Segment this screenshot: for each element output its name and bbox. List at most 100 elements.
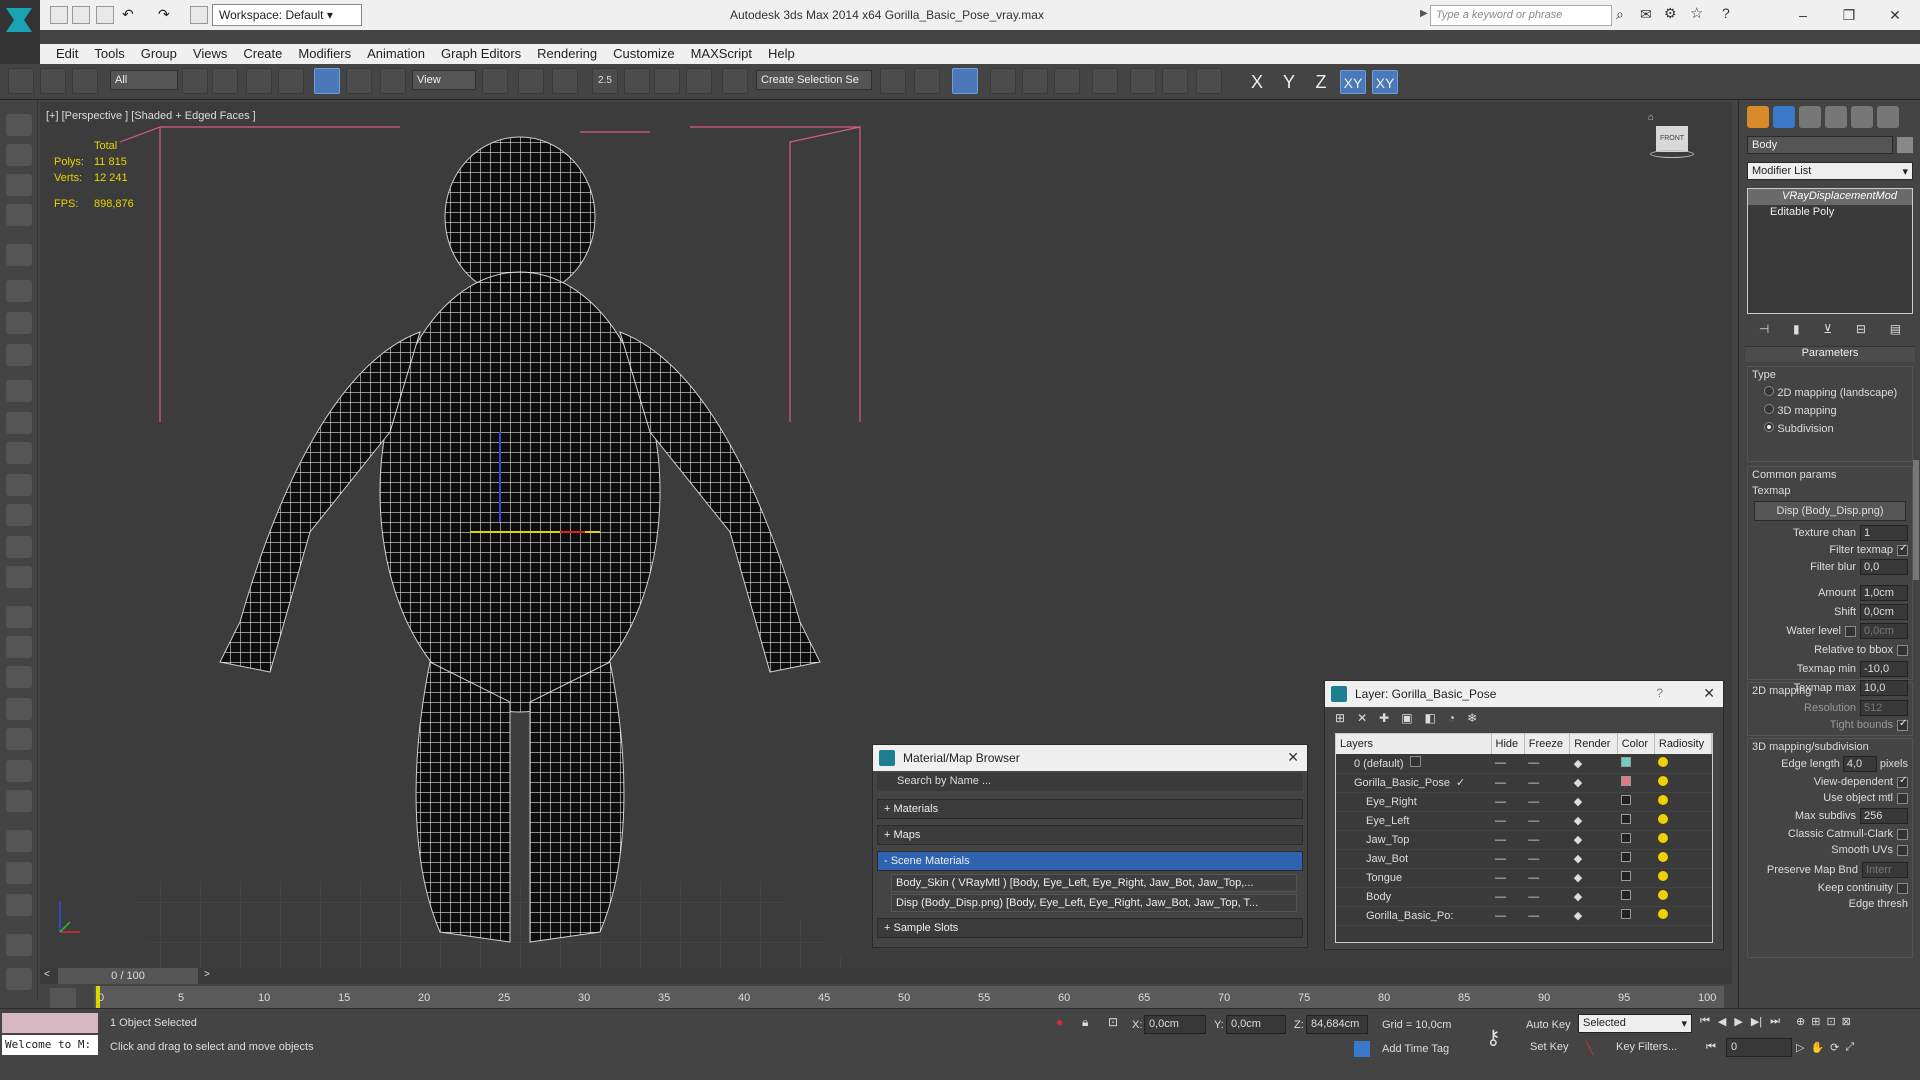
play-icon[interactable]: ▶	[1734, 1015, 1742, 1028]
fov-icon[interactable]: ▷	[1796, 1041, 1804, 1054]
layer-color-swatch[interactable]	[1621, 776, 1632, 786]
layer-manager-icon[interactable]	[952, 68, 978, 94]
select-rotate-icon[interactable]	[346, 68, 372, 94]
texture-chan-spinner[interactable]: 1	[1860, 525, 1908, 541]
motion-tab-icon[interactable]	[1825, 106, 1847, 128]
layer-hide-toggle[interactable]: —	[1491, 811, 1525, 831]
prev-frame-icon[interactable]: ◀	[1718, 1015, 1726, 1028]
layer-name[interactable]: Jaw_Bot	[1366, 853, 1408, 865]
layer-row[interactable]: Body — — ◆	[1336, 887, 1712, 907]
water-level-checkbox[interactable]	[1845, 625, 1856, 637]
radio-3d[interactable]	[1764, 404, 1774, 414]
scene-materials-section[interactable]: - Scene Materials	[877, 851, 1303, 871]
layer-freeze-toggle[interactable]: —	[1524, 773, 1570, 793]
water-level-spinner[interactable]: 0,0cm	[1860, 623, 1908, 639]
layer-freeze-toggle[interactable]: —	[1524, 830, 1570, 850]
coord-y-field[interactable]: 0,0cm	[1226, 1015, 1286, 1034]
utilities-tab-icon[interactable]	[1877, 106, 1899, 128]
layer-row[interactable]: Jaw_Top — — ◆	[1336, 830, 1712, 850]
layer-render-toggle[interactable]: ◆	[1569, 830, 1618, 850]
layer-color-swatch[interactable]	[1621, 833, 1632, 843]
make-unique-icon[interactable]: ⊻	[1823, 322, 1832, 336]
layer-row[interactable]: Eye_Left — — ◆	[1336, 811, 1712, 831]
unlink-icon[interactable]	[40, 68, 66, 94]
render-icon[interactable]	[6, 144, 32, 166]
radiosity-bulb-icon[interactable]	[1658, 833, 1669, 843]
display-tab-icon[interactable]	[1851, 106, 1873, 128]
material-editor-icon[interactable]	[1092, 68, 1118, 94]
left-help-icon[interactable]	[6, 968, 32, 990]
spinner-snap-icon[interactable]	[686, 68, 712, 94]
zoom-extents-icon[interactable]: ⊡	[1826, 1015, 1835, 1028]
layer-render-toggle[interactable]: ◆	[1569, 868, 1618, 888]
viewcube-face[interactable]: FRONT	[1656, 126, 1688, 152]
help-icon[interactable]: ?	[1722, 5, 1730, 21]
help-search-input[interactable]: Type a keyword or phrase	[1430, 5, 1612, 26]
select-layer-icon[interactable]: ▣	[1401, 711, 1412, 729]
key-selection-dropdown[interactable]: Selected ▾	[1578, 1014, 1692, 1033]
geosphere-icon[interactable]	[6, 566, 32, 588]
time-tag-icon[interactable]	[1354, 1041, 1370, 1057]
layer-help-button[interactable]: ?	[1656, 686, 1663, 700]
biped-icon[interactable]	[6, 698, 32, 720]
layer-row[interactable]: Gorilla_Basic_Po: — — ◆	[1336, 906, 1712, 926]
layer-radiosity-toggle[interactable]	[1654, 849, 1712, 869]
coord-z-field[interactable]: 84,684cm	[1306, 1015, 1368, 1034]
layer-row[interactable]: Tongue — — ◆	[1336, 868, 1712, 888]
modify-tab-icon[interactable]	[1773, 106, 1795, 128]
radiosity-bulb-icon[interactable]	[1658, 795, 1669, 805]
layer-name[interactable]: Gorilla_Basic_Pose	[1354, 777, 1450, 789]
align-icon[interactable]	[914, 68, 940, 94]
time-next-icon[interactable]: >	[204, 969, 210, 980]
create-layer-icon[interactable]: ⊞	[1335, 711, 1345, 729]
selection-lock-icon[interactable]: 🔒︎	[1082, 1015, 1088, 1030]
layer-radiosity-toggle[interactable]	[1654, 868, 1712, 888]
texmap-min-spinner[interactable]: -10,0	[1860, 661, 1908, 677]
new-file-icon[interactable]	[50, 6, 68, 24]
material-item-disp[interactable]: Disp (Body_Disp.png) [Body, Eye_Left, Ey…	[891, 894, 1297, 912]
layer-render-toggle[interactable]: ◆	[1569, 792, 1618, 812]
sun-icon[interactable]	[6, 536, 32, 558]
texmap-max-spinner[interactable]: 10,0	[1860, 680, 1908, 696]
keyboard-shortcut-icon[interactable]	[552, 68, 578, 94]
close-window-button[interactable]: ✕	[1872, 0, 1918, 30]
current-layer-check-icon[interactable]: ✓	[1456, 777, 1465, 789]
menu-modifiers[interactable]: Modifiers	[298, 44, 351, 61]
layer-color-cell[interactable]	[1617, 830, 1655, 850]
layer-color-cell[interactable]	[1617, 811, 1655, 831]
use-object-mtl-checkbox[interactable]	[1897, 792, 1908, 804]
remove-modifier-icon[interactable]: ⊟	[1856, 322, 1866, 336]
key-filters-button[interactable]: Key Filters...	[1616, 1041, 1677, 1053]
layer-render-toggle[interactable]: ◆	[1569, 773, 1618, 793]
exchange-icon[interactable]: ⚙	[1664, 5, 1677, 22]
layer-color-swatch[interactable]	[1621, 871, 1632, 881]
layer-name[interactable]: Jaw_Top	[1366, 834, 1409, 846]
highlight-layer-icon[interactable]: ◧	[1425, 711, 1436, 729]
window-crossing-icon[interactable]	[278, 68, 304, 94]
layer-radiosity-toggle[interactable]	[1654, 906, 1712, 926]
menu-maxscript[interactable]: MAXScript	[691, 44, 752, 61]
layer-row[interactable]: Jaw_Bot — — ◆	[1336, 849, 1712, 869]
box-icon[interactable]	[6, 380, 32, 402]
layer-render-toggle[interactable]: ◆	[1569, 754, 1618, 774]
cone-icon[interactable]	[6, 504, 32, 526]
object-name-field[interactable]: Body	[1747, 136, 1893, 154]
menu-graph-editors[interactable]: Graph Editors	[441, 44, 521, 61]
edit-named-selection-icon[interactable]	[722, 68, 748, 94]
materials-section[interactable]: + Materials	[877, 799, 1303, 819]
reference-coord-dropdown[interactable]: View	[412, 70, 476, 90]
next-frame-icon[interactable]: ▶|	[1751, 1015, 1762, 1028]
layer-color-swatch[interactable]	[1621, 814, 1632, 824]
show-end-result-icon[interactable]: ▮	[1793, 322, 1800, 336]
radio-2d[interactable]	[1764, 386, 1774, 396]
layer-color-cell[interactable]	[1617, 868, 1655, 888]
plant-icon[interactable]	[6, 474, 32, 496]
select-by-name-icon[interactable]	[212, 68, 238, 94]
time-slider-thumb[interactable]: 0 / 100	[58, 968, 198, 984]
layer-render-toggle[interactable]: ◆	[1569, 887, 1618, 907]
select-move-icon[interactable]	[314, 68, 340, 94]
menu-edit[interactable]: Edit	[56, 44, 78, 61]
menu-customize[interactable]: Customize	[613, 44, 674, 61]
app-logo-icon[interactable]	[0, 0, 40, 72]
vray-icon[interactable]	[6, 894, 32, 916]
